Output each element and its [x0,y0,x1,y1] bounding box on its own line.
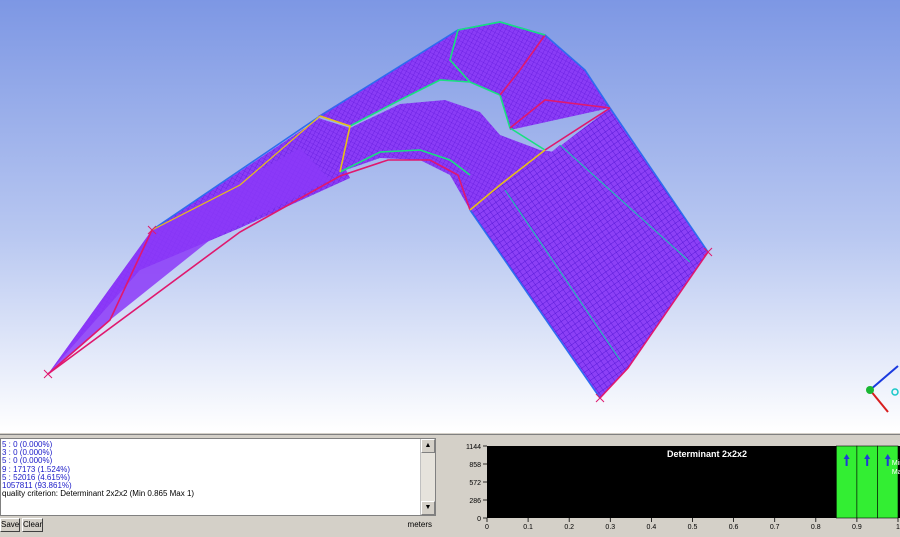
message-line-quality: quality criterion: Determinant 2x2x2 (Mi… [2,489,195,499]
units-label: meters [407,520,432,529]
y-tick-label: 1144 [466,444,481,451]
x-tick-label: 0.6 [729,524,739,531]
x-tick-label: 0.4 [647,524,657,531]
histogram-title: Determinant 2x2x2 [667,449,747,459]
clear-button[interactable]: Clear [22,518,43,532]
x-tick-label: 0.2 [564,524,574,531]
panel-splitter[interactable] [0,432,900,435]
x-tick-label: 1 [896,524,900,531]
histogram-max-label: Max 1 [892,469,900,476]
y-tick-label: 572 [469,480,481,487]
histogram-min-label: Min 0.8 [892,460,900,467]
x-tick-label: 0.8 [811,524,821,531]
histogram-panel[interactable]: Determinant 2x2x2 1144 858 572 286 0 0 0.1 0.2… [443,438,900,532]
x-tick-label: 0.7 [770,524,780,531]
scroll-up-button[interactable]: ▲ [421,439,435,453]
scroll-down-button[interactable]: ▼ [421,501,435,515]
mesh-left-inner [48,148,330,374]
save-button[interactable]: Save [0,518,20,532]
mesh-view [43,21,899,413]
3d-viewport[interactable] [0,0,900,432]
y-tick-label: 858 [469,462,481,469]
message-scrollbar[interactable]: ▲ ▼ [420,439,435,515]
message-lines: 5 : 0 (0.000%) 3 : 0 (0.000%) 5 : 0 (0.0… [2,440,420,499]
y-tick-label: 286 [469,498,481,505]
x-tick-label: 0 [485,524,489,531]
message-line: 5 : 0 (0.000%) [2,440,53,449]
message-toolbar: Save Clear meters [0,517,436,532]
x-tick-label: 0.1 [523,524,533,531]
y-tick-label: 0 [477,516,481,523]
x-tick-label: 0.5 [688,524,698,531]
marker-1 [43,369,53,379]
axis-triad [866,365,899,413]
message-window: 5 : 0 (0.000%) 3 : 0 (0.000%) 5 : 0 (0.0… [0,438,436,516]
x-tick-label: 0.3 [605,524,615,531]
message-line: 3 : 0 (0.000%) [2,448,53,458]
x-tick-label: 0.9 [852,524,862,531]
histogram-chart: Determinant 2x2x2 1144 858 572 286 0 0 0.1 0.2… [466,444,900,531]
